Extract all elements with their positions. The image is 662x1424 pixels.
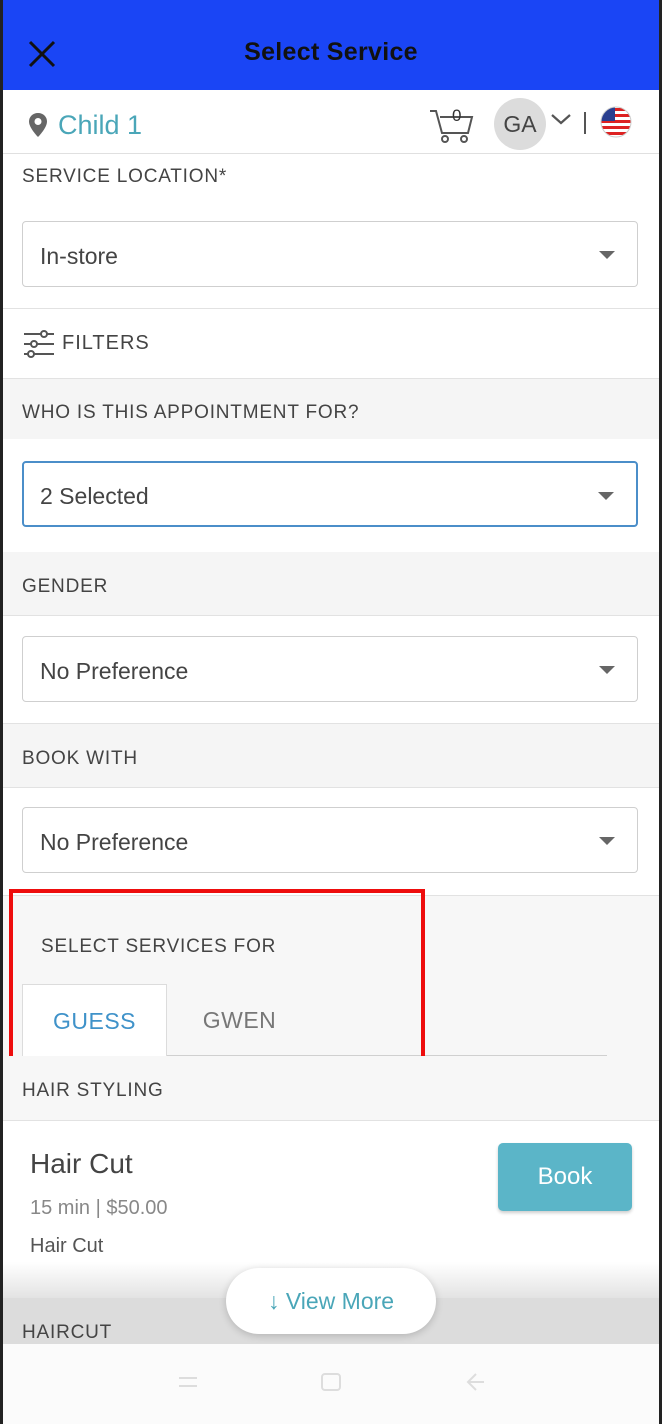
gender-value: No Preference [40, 658, 189, 684]
appointment-for-value: 2 Selected [40, 483, 149, 509]
caret-down-icon [598, 492, 614, 500]
map-pin-icon [29, 113, 47, 137]
gender-select[interactable]: No Preference [22, 636, 638, 702]
service-location-value: In-store [40, 243, 118, 269]
cart-count-badge: 0 [452, 106, 462, 125]
top-app-bar: Select Service [0, 0, 662, 90]
service-location-select[interactable]: In-store [22, 221, 638, 287]
filters-button[interactable]: FILTERS [62, 332, 150, 355]
us-flag-icon[interactable] [600, 106, 632, 138]
separator [584, 112, 586, 134]
caret-down-icon [599, 837, 615, 845]
back-icon[interactable] [462, 1370, 486, 1394]
category-title: HAIR STYLING [22, 1080, 164, 1101]
highlight-box [9, 889, 425, 1077]
home-icon[interactable] [319, 1370, 343, 1394]
divider [0, 787, 662, 788]
appointment-for-label: WHO IS THIS APPOINTMENT FOR? [22, 402, 360, 423]
category-title: HAIRCUT [22, 1322, 113, 1343]
view-more-button[interactable]: ↓ View More [226, 1268, 436, 1334]
service-meta: 15 min | $50.00 [30, 1197, 168, 1219]
book-button[interactable]: Book [498, 1143, 632, 1211]
appointment-for-select[interactable]: 2 Selected [22, 461, 638, 527]
book-with-select[interactable]: No Preference [22, 807, 638, 873]
gender-label: GENDER [22, 576, 109, 597]
location-link[interactable]: Child 1 [58, 110, 142, 141]
sub-header: Child 1 0 GA [0, 90, 662, 154]
caret-down-icon [599, 666, 615, 674]
caret-down-icon [599, 251, 615, 259]
page-title: Select Service [244, 38, 418, 66]
service-description: Hair Cut [30, 1235, 104, 1257]
book-with-value: No Preference [40, 829, 189, 855]
divider [0, 723, 662, 724]
divider [0, 1120, 662, 1121]
recents-icon[interactable] [176, 1370, 200, 1394]
chevron-down-icon[interactable] [550, 112, 572, 126]
service-location-label: SERVICE LOCATION* [22, 166, 228, 187]
service-name: Hair Cut [30, 1148, 133, 1179]
sliders-icon[interactable] [22, 329, 56, 359]
book-with-label: BOOK WITH [22, 748, 138, 769]
divider [0, 615, 662, 616]
divider [0, 308, 662, 309]
avatar[interactable]: GA [494, 98, 546, 150]
